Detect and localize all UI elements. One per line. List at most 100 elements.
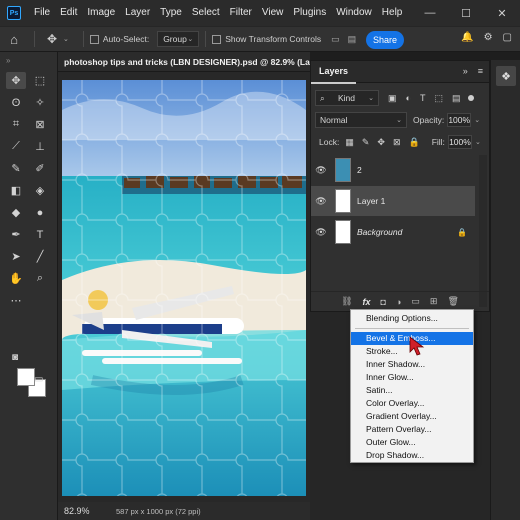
align-icon[interactable]: ▤: [348, 34, 357, 45]
share-button[interactable]: Share: [366, 31, 404, 49]
shape-filter-icon[interactable]: ⬚: [434, 93, 443, 104]
blend-mode-dropdown[interactable]: Normal ⌄: [315, 112, 407, 128]
chevron-down-icon[interactable]: ⌄: [474, 116, 480, 124]
eyedropper-tool-icon[interactable]: ⟋: [6, 138, 26, 155]
blur-tool-icon[interactable]: ◆: [6, 204, 26, 221]
adjustment-filter-icon[interactable]: ◐: [406, 93, 411, 104]
minimize-button[interactable]: —: [412, 0, 448, 26]
menu-filter[interactable]: Filter: [225, 0, 257, 26]
foreground-color-swatch[interactable]: [17, 368, 35, 386]
menu-layer[interactable]: Layer: [120, 0, 155, 26]
auto-select-checkbox[interactable]: Auto-Select:: [89, 34, 149, 44]
menu-file[interactable]: File: [29, 0, 55, 26]
fill-input[interactable]: 100%: [447, 135, 472, 149]
menu-edit[interactable]: Edit: [55, 0, 82, 26]
menu-select[interactable]: Select: [187, 0, 225, 26]
menu-type[interactable]: Type: [155, 0, 187, 26]
menu-help[interactable]: Help: [377, 0, 408, 26]
menu-item-satin[interactable]: Satin...: [351, 384, 473, 397]
history-brush-icon[interactable]: ✐: [30, 160, 50, 177]
chevron-down-icon[interactable]: ⌄: [63, 35, 69, 43]
close-button[interactable]: ✕: [484, 0, 520, 26]
right-dock: ❖: [490, 60, 520, 520]
magic-wand-tool-icon[interactable]: ✧: [30, 94, 50, 111]
lock-position-icon[interactable]: ✥: [377, 137, 385, 148]
dodge-tool-icon[interactable]: ●: [30, 204, 50, 221]
menu-image[interactable]: Image: [82, 0, 120, 26]
move-tool-icon[interactable]: ✥: [41, 32, 63, 46]
line-tool-icon[interactable]: ╱: [30, 248, 50, 265]
zoom-level[interactable]: 82.9%: [64, 506, 102, 516]
eye-icon[interactable]: 👁: [311, 165, 331, 176]
type-tool-icon[interactable]: T: [30, 226, 50, 243]
menu-item-blending-options[interactable]: Blending Options...: [351, 312, 473, 325]
layer-row-layer-1[interactable]: 👁 Layer 1: [311, 186, 475, 216]
opacity-input[interactable]: 100%: [447, 113, 472, 127]
document-tab[interactable]: photoshop tips and tricks (LBN DESIGNER)…: [58, 52, 310, 72]
menu-plugins[interactable]: Plugins: [288, 0, 331, 26]
frame-tool-icon[interactable]: ⊠: [30, 116, 50, 133]
link-icon[interactable]: ⛓: [341, 296, 352, 307]
screen-mode-icon[interactable]: ▭: [34, 374, 43, 385]
mask-icon[interactable]: ◘: [381, 297, 386, 307]
menu-item-outer-glow[interactable]: Outer Glow...: [351, 436, 473, 449]
marquee-tool-icon[interactable]: ⬚: [30, 72, 50, 89]
layers-scrollbar[interactable]: [479, 155, 487, 307]
menu-item-inner-glow[interactable]: Inner Glow...: [351, 371, 473, 384]
brush-tool-icon[interactable]: ✎: [6, 160, 26, 177]
panel-collapse-icon[interactable]: »: [6, 56, 10, 65]
maximize-button[interactable]: ☐: [448, 0, 484, 26]
chevron-down-icon[interactable]: ⌄: [475, 138, 481, 146]
panel-menu-icon[interactable]: ≡: [478, 66, 483, 76]
menu-item-pattern-overlay[interactable]: Pattern Overlay...: [351, 423, 473, 436]
new-layer-icon[interactable]: ⊞: [430, 296, 438, 307]
path-selection-icon[interactable]: ➤: [6, 248, 26, 265]
folder-icon[interactable]: ▭: [411, 296, 420, 307]
lock-transparency-icon[interactable]: ▦: [345, 137, 354, 148]
more-tools-icon[interactable]: ⋯: [6, 292, 26, 309]
auto-select-dropdown[interactable]: Group ⌄: [157, 31, 200, 47]
crop-tool-icon[interactable]: ⌗: [6, 116, 26, 133]
menu-view[interactable]: View: [257, 0, 289, 26]
pixel-filter-icon[interactable]: ▣: [388, 93, 397, 104]
quick-mask-icon[interactable]: ◙: [12, 352, 18, 363]
menu-item-inner-shadow[interactable]: Inner Shadow...: [351, 358, 473, 371]
eye-icon[interactable]: 👁: [311, 227, 331, 238]
gear-icon[interactable]: ⚙: [484, 32, 493, 43]
menu-item-gradient-overlay[interactable]: Gradient Overlay...: [351, 410, 473, 423]
adjustment-layer-icon[interactable]: ◑: [396, 297, 401, 307]
stamp-tool-icon[interactable]: ⊥: [30, 138, 50, 155]
layers-panel-icon[interactable]: ❖: [496, 66, 516, 86]
lock-all-icon[interactable]: 🔒: [408, 137, 419, 148]
paint-bucket-icon[interactable]: ◈: [30, 182, 50, 199]
home-icon[interactable]: ⌂: [0, 32, 28, 47]
eye-icon[interactable]: 👁: [311, 196, 331, 207]
menu-item-drop-shadow[interactable]: Drop Shadow...: [351, 449, 473, 462]
zoom-tool-icon[interactable]: ⌕: [30, 270, 50, 287]
eraser-tool-icon[interactable]: ◧: [6, 182, 26, 199]
trash-icon[interactable]: 🗑: [447, 296, 458, 307]
workspace-icon[interactable]: ▢: [503, 32, 512, 43]
lock-artboard-icon[interactable]: ⊠: [393, 137, 401, 148]
hand-tool-icon[interactable]: ✋: [6, 270, 26, 287]
smart-object-filter-icon[interactable]: ▤: [452, 93, 461, 104]
move-tool-icon[interactable]: ✥: [6, 72, 26, 89]
show-transform-checkbox[interactable]: Show Transform Controls: [212, 34, 321, 44]
bell-icon[interactable]: 🔔: [461, 32, 473, 43]
fx-button[interactable]: fx: [363, 297, 371, 307]
filter-toggle[interactable]: [468, 95, 475, 101]
menu-item-color-overlay[interactable]: Color Overlay...: [351, 397, 473, 410]
menu-window[interactable]: Window: [331, 0, 377, 26]
kind-filter-dropdown[interactable]: ⌕ Kind ⌄: [315, 90, 379, 106]
type-filter-icon[interactable]: T: [420, 93, 426, 104]
pen-tool-icon[interactable]: ✒: [6, 226, 26, 243]
tools-panel: » ✥ ⬚ ʘ ✧ ⌗ ⊠ ⟋ ⊥ ✎ ✐ ◧ ◈ ◆ ● ✒ T ➤ ╱ ✋ …: [0, 52, 58, 520]
layer-row-background[interactable]: 👁 Background 🔒: [311, 217, 475, 247]
align-icon[interactable]: ▭: [331, 34, 340, 45]
lasso-tool-icon[interactable]: ʘ: [6, 94, 26, 111]
layer-row-2[interactable]: 👁 2: [311, 155, 475, 185]
canvas-image[interactable]: [62, 80, 306, 496]
lock-pixels-icon[interactable]: ✎: [362, 137, 370, 148]
tab-layers[interactable]: Layers: [311, 60, 357, 84]
collapse-icon[interactable]: »: [463, 66, 468, 76]
